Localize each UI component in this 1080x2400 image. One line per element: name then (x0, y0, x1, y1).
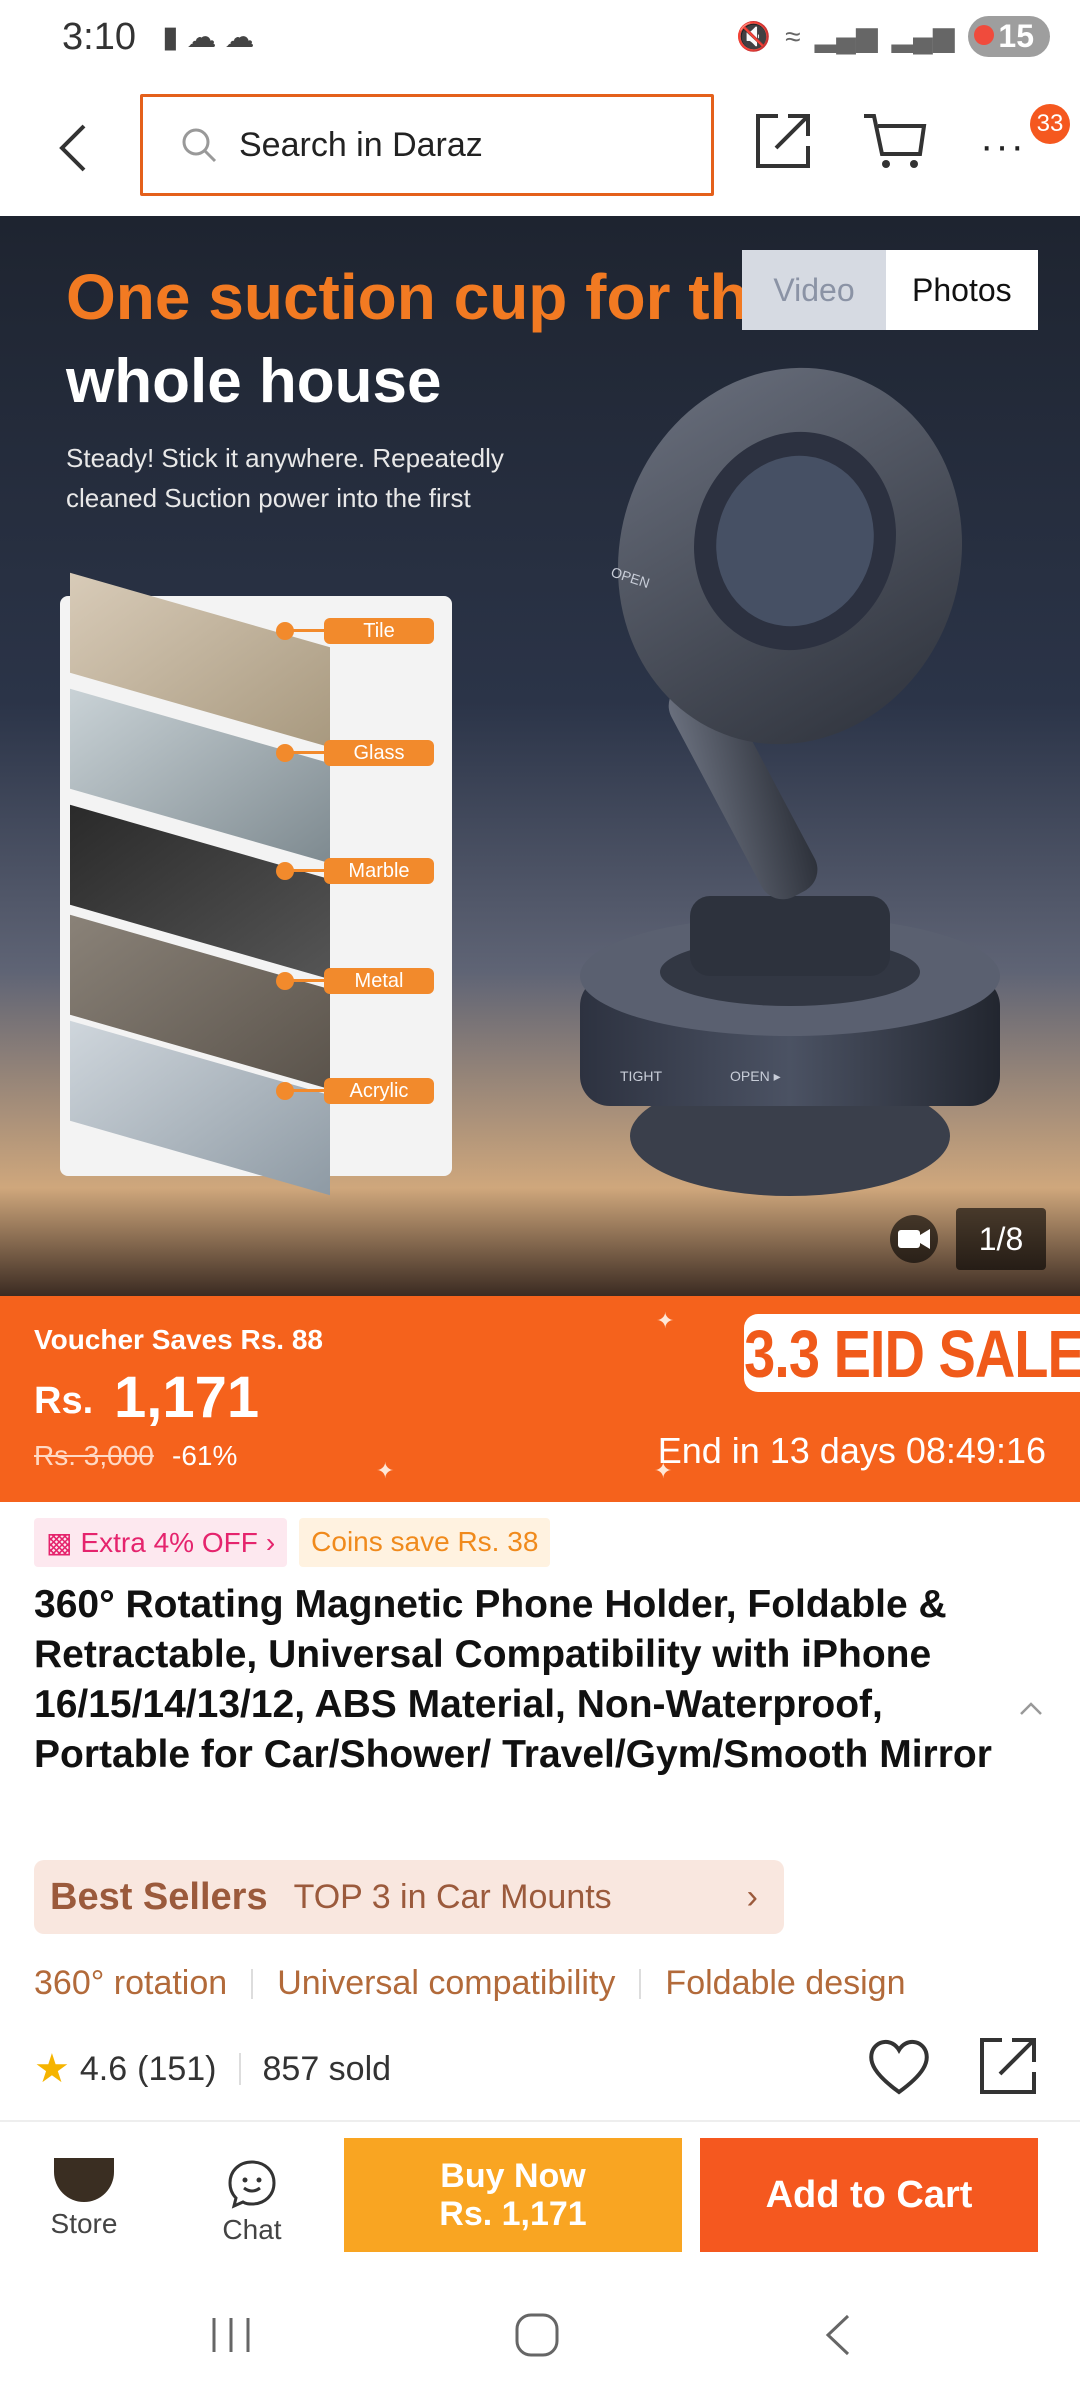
divider (251, 1968, 254, 1999)
recents-icon[interactable] (206, 2310, 256, 2360)
tab-photos[interactable]: Photos (886, 250, 1038, 330)
wifi-icon: ≈ (785, 20, 801, 52)
system-nav-bar (0, 2270, 1080, 2400)
feature-item: Universal compatibility (277, 1964, 616, 2002)
glass-label: Glass (324, 740, 434, 766)
status-time: 3:10 (62, 16, 136, 58)
phone-holder-illustration: TIGHT OPEN ▸ OPEN (580, 367, 1000, 1196)
best-sellers-banner[interactable]: Best Sellers TOP 3 in Car Mounts › (34, 1860, 784, 1934)
image-counter: 1/8 (956, 1208, 1046, 1270)
current-price: 1,171 (114, 1365, 260, 1430)
snapchat-icon: ☁ (186, 21, 217, 54)
star-icon: ★ (34, 2047, 70, 2091)
buy-now-button[interactable]: Buy Now Rs. 1,171 (344, 2138, 682, 2252)
original-price: Rs. 3,000 (34, 1440, 154, 1471)
sparkle-icon: ✦ (654, 1458, 673, 1483)
snapchat-icon: ☁ (224, 21, 255, 54)
sparkle-icon: ✦ (656, 1308, 675, 1333)
divider (639, 1968, 642, 1999)
eid-sale-label: 3.3 EID SALE (744, 1315, 1080, 1391)
feature-item: 360° rotation (34, 1964, 228, 2002)
product-title: 360° Rotating Magnetic Phone Holder, Fol… (34, 1583, 992, 1776)
media-toggle: Video Photos (742, 250, 1038, 330)
feature-highlights: 360° rotation Universal compatibility Fo… (34, 1964, 905, 2003)
store-label: Store (50, 2208, 118, 2239)
best-sellers-logo: Best Sellers (50, 1875, 268, 1918)
back-icon[interactable] (818, 2310, 858, 2360)
store-button[interactable]: Store (36, 2158, 132, 2240)
extra-discount-tag[interactable]: ▩ Extra 4% OFF › (34, 1518, 288, 1567)
add-to-cart-button[interactable]: Add to Cart (700, 2138, 1038, 2252)
alert-icon: ▮ (162, 21, 179, 54)
hero-subtext: Steady! Stick it anywhere. Repeatedly cl… (66, 443, 504, 513)
product-image-gallery[interactable]: One suction cup for the whole house Stea… (0, 216, 1080, 1296)
top-bar: Search in Daraz ··· 33 (0, 80, 1080, 216)
tab-video[interactable]: Video (742, 250, 886, 330)
back-arrow-icon[interactable] (50, 118, 100, 178)
metal-label: Metal (324, 968, 434, 994)
search-placeholder: Search in Daraz (239, 125, 483, 164)
battery-indicator: 15 (968, 16, 1050, 57)
video-camera-icon[interactable] (888, 1213, 948, 1265)
acrylic-label: Acrylic (324, 1078, 434, 1104)
price-currency: Rs. (34, 1380, 94, 1422)
extra-discount-label: Extra 4% OFF (80, 1526, 258, 1558)
voucher-savings: Voucher Saves Rs. 88 (34, 1324, 323, 1355)
share-icon[interactable] (976, 2034, 1040, 2098)
store-logo (54, 2158, 114, 2202)
coupon-icon: ▩ (46, 1527, 73, 1558)
home-icon[interactable] (512, 2310, 562, 2360)
best-sellers-rank: TOP 3 in Car Mounts (293, 1877, 612, 1916)
tight-marking: TIGHT (620, 1068, 662, 1084)
hero-headline: One suction cup for the (66, 261, 785, 333)
sold-count: 857 sold (262, 2049, 392, 2088)
chevron-up-icon[interactable] (1018, 1696, 1044, 1722)
sparkle-icon: ✦ (376, 1458, 395, 1483)
search-input[interactable]: Search in Daraz (140, 94, 714, 196)
heart-icon[interactable] (866, 2036, 932, 2098)
share-icon[interactable] (752, 110, 814, 172)
chevron-right-icon: › (746, 1877, 758, 1916)
notification-badge: 33 (1030, 104, 1070, 144)
chat-button[interactable]: Chat (204, 2158, 300, 2246)
buy-now-price: Rs. 1,171 (439, 2195, 587, 2233)
rating-count: (151) (137, 2049, 217, 2088)
feature-item: Foldable design (665, 1964, 906, 2002)
promo-tags: ▩ Extra 4% OFF › Coins save Rs. 38 (34, 1518, 551, 1567)
hero-headline-2: whole house (66, 347, 442, 416)
signal-icon: ▂▄▆ (814, 21, 878, 52)
base-open-marking: OPEN ▸ (730, 1068, 781, 1084)
chat-icon (228, 2160, 276, 2209)
eid-sale-tag: 3.3 EID SALE (744, 1314, 1080, 1392)
status-bar: 3:10 ▮ ☁ ☁ 🔇 ≈ ▂▄▆ ▂▄▆ 15 (0, 0, 1080, 80)
divider (238, 2053, 241, 2085)
chevron-right-icon: › (265, 1526, 276, 1558)
tile-label: Tile (324, 618, 434, 644)
rating-row[interactable]: ★ 4.6 (151) 857 sold (34, 2046, 391, 2092)
chat-label: Chat (222, 2214, 282, 2245)
cart-icon[interactable] (862, 110, 928, 172)
sale-countdown: End in 13 days 08:49:16 (657, 1430, 1046, 1471)
signal-icon: ▂▄▆ (891, 21, 955, 52)
mute-icon: 🔇 (736, 21, 772, 52)
search-icon (182, 128, 217, 163)
sale-banner: Voucher Saves Rs. 88 Rs. 1,171 Rs. 3,000… (0, 1296, 1080, 1502)
buy-now-label: Buy Now (440, 2157, 586, 2195)
marble-label: Marble (324, 858, 434, 884)
more-options-icon[interactable]: ··· (980, 124, 1026, 169)
rating-score: 4.6 (79, 2049, 128, 2088)
action-bar: Store Chat Buy Now Rs. 1,171 Add to Cart (0, 2120, 1080, 2270)
discount-percent: -61% (172, 1440, 238, 1471)
materials-illustration: Tile Glass Marble Metal Acrylic (60, 572, 452, 1196)
notification-icons: ▮ ☁ ☁ (162, 20, 255, 55)
coins-tag[interactable]: Coins save Rs. 38 (299, 1518, 551, 1567)
status-right: 🔇 ≈ ▂▄▆ ▂▄▆ 15 (736, 16, 1050, 57)
